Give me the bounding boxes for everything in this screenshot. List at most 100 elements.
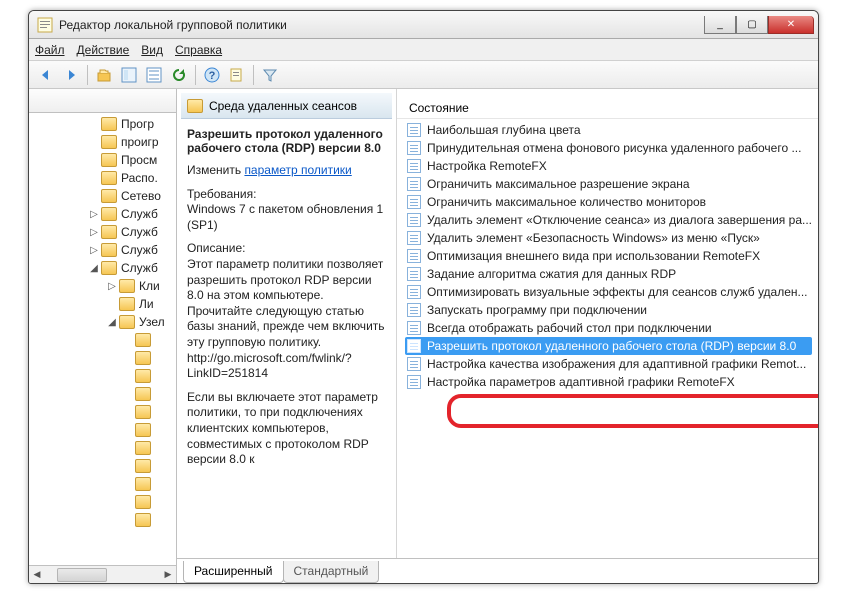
list-item[interactable]: Ограничить максимальное разрешение экран… xyxy=(405,175,812,193)
tree-item[interactable] xyxy=(29,367,176,385)
tree-label: Служб xyxy=(121,261,158,275)
tree-item[interactable]: Ли xyxy=(29,295,176,313)
list-item-label: Наибольшая глубина цвета xyxy=(427,123,581,137)
description-text: Этот параметр политики позволяет разреши… xyxy=(187,257,385,380)
up-icon[interactable] xyxy=(93,64,115,86)
folder-icon xyxy=(119,315,135,329)
maximize-button[interactable]: ▢ xyxy=(736,16,768,34)
list-item[interactable]: Удалить элемент «Отключение сеанса» из д… xyxy=(405,211,812,229)
list-item[interactable]: Запускать программу при подключении xyxy=(405,301,812,319)
policy-icon xyxy=(407,123,421,137)
edit-policy-link[interactable]: параметр политики xyxy=(244,163,351,177)
list-item[interactable]: Настройка параметров адаптивной графики … xyxy=(405,373,812,391)
tree-view-icon[interactable] xyxy=(118,64,140,86)
tree-item[interactable]: Сетево xyxy=(29,187,176,205)
folder-icon xyxy=(135,477,151,491)
policy-list[interactable]: Наибольшая глубина цвета Принудительная о… xyxy=(397,119,818,558)
list-item-label: Настройка RemoteFX xyxy=(427,159,547,173)
list-item[interactable]: Всегда отображать рабочий стол при подкл… xyxy=(405,319,812,337)
folder-icon xyxy=(135,369,151,383)
folder-icon xyxy=(101,189,117,203)
titlebar[interactable]: Редактор локальной групповой политики _ … xyxy=(29,11,818,39)
tree-item[interactable] xyxy=(29,421,176,439)
list-item-label: Задание алгоритма сжатия для данных RDP xyxy=(427,267,676,281)
list-item[interactable]: Разрешить протокол удаленного рабочего с… xyxy=(405,337,812,355)
close-button[interactable]: ✕ xyxy=(768,16,814,34)
tree-item[interactable]: ▷Служб xyxy=(29,241,176,259)
back-button[interactable] xyxy=(35,64,57,86)
folder-icon xyxy=(101,261,117,275)
properties-icon[interactable] xyxy=(226,64,248,86)
list-item[interactable]: Принудительная отмена фонового рисунка у… xyxy=(405,139,812,157)
folder-icon xyxy=(187,99,203,113)
minimize-button[interactable]: _ xyxy=(704,16,736,34)
tree-item[interactable] xyxy=(29,493,176,511)
tree-label: Служб xyxy=(121,243,158,257)
window-title: Редактор локальной групповой политики xyxy=(59,18,704,32)
tree-item[interactable]: ◢Служб xyxy=(29,259,176,277)
tree-item[interactable] xyxy=(29,457,176,475)
list-item[interactable]: Наибольшая глубина цвета xyxy=(405,121,812,139)
list-item-label: Принудительная отмена фонового рисунка у… xyxy=(427,141,802,155)
forward-button[interactable] xyxy=(60,64,82,86)
list-item[interactable]: Ограничить максимальное количество монит… xyxy=(405,193,812,211)
scroll-right-icon[interactable]: ▶ xyxy=(160,567,176,583)
tree-item[interactable] xyxy=(29,511,176,529)
tree-label: Ли xyxy=(139,297,154,311)
tree-item[interactable]: ▷Служб xyxy=(29,205,176,223)
help-icon[interactable]: ? xyxy=(201,64,223,86)
tree-item[interactable] xyxy=(29,439,176,457)
tree-item[interactable] xyxy=(29,403,176,421)
policy-icon xyxy=(407,375,421,389)
menu-file[interactable]: Файл xyxy=(35,43,65,57)
tree-item[interactable] xyxy=(29,349,176,367)
folder-icon xyxy=(135,459,151,473)
description-label: Описание: xyxy=(187,241,246,255)
tab-extended[interactable]: Расширенный xyxy=(183,561,284,583)
list-item[interactable]: Задание алгоритма сжатия для данных RDP xyxy=(405,265,812,283)
menu-help[interactable]: Справка xyxy=(175,43,222,57)
list-item[interactable]: Оптимизировать визуальные эффекты для се… xyxy=(405,283,812,301)
list-view-icon[interactable] xyxy=(143,64,165,86)
tree-item[interactable]: проигр xyxy=(29,133,176,151)
folder-icon xyxy=(119,297,135,311)
list-item[interactable]: Настройка качества изображения для адапт… xyxy=(405,355,812,373)
list-item[interactable]: Настройка RemoteFX xyxy=(405,157,812,175)
tree-label: Узел xyxy=(139,315,165,329)
scroll-thumb[interactable] xyxy=(57,568,107,582)
policy-icon xyxy=(407,303,421,317)
tree-scrollbar[interactable]: ◀ ▶ xyxy=(29,565,176,583)
tree-item[interactable] xyxy=(29,385,176,403)
menu-view[interactable]: Вид xyxy=(141,43,163,57)
scroll-left-icon[interactable]: ◀ xyxy=(29,567,45,583)
tree[interactable]: Прогр проигр Просм Распо. Сетево▷Служб▷С… xyxy=(29,113,176,565)
folder-icon xyxy=(101,135,117,149)
tree-label: Сетево xyxy=(121,189,161,203)
list-item[interactable]: Удалить элемент «Безопасность Windows» и… xyxy=(405,229,812,247)
policy-icon xyxy=(407,213,421,227)
tree-item[interactable]: Просм xyxy=(29,151,176,169)
tree-item[interactable]: ▷Кли xyxy=(29,277,176,295)
tree-label: Кли xyxy=(139,279,160,293)
list-item-label: Оптимизация внешнего вида при использова… xyxy=(427,249,760,263)
list-header[interactable]: Состояние xyxy=(397,93,818,119)
folder-icon xyxy=(135,387,151,401)
app-icon xyxy=(37,17,53,33)
tree-item[interactable]: Распо. xyxy=(29,169,176,187)
tree-item[interactable]: Прогр xyxy=(29,115,176,133)
folder-icon xyxy=(135,495,151,509)
description-more: Если вы включаете этот параметр политики… xyxy=(187,390,388,468)
tree-item[interactable]: ◢Узел xyxy=(29,313,176,331)
tree-item[interactable]: ▷Служб xyxy=(29,223,176,241)
folder-icon xyxy=(101,117,117,131)
tree-item[interactable] xyxy=(29,331,176,349)
description-pane: Среда удаленных сеансов Разрешить проток… xyxy=(177,89,397,558)
filter-icon[interactable] xyxy=(259,64,281,86)
list-item-label: Настройка качества изображения для адапт… xyxy=(427,357,806,371)
list-item[interactable]: Оптимизация внешнего вида при использова… xyxy=(405,247,812,265)
tree-item[interactable] xyxy=(29,475,176,493)
list-item-label: Всегда отображать рабочий стол при подкл… xyxy=(427,321,712,335)
menu-action[interactable]: Действие xyxy=(77,43,130,57)
tab-standard[interactable]: Стандартный xyxy=(283,561,380,583)
refresh-icon[interactable] xyxy=(168,64,190,86)
